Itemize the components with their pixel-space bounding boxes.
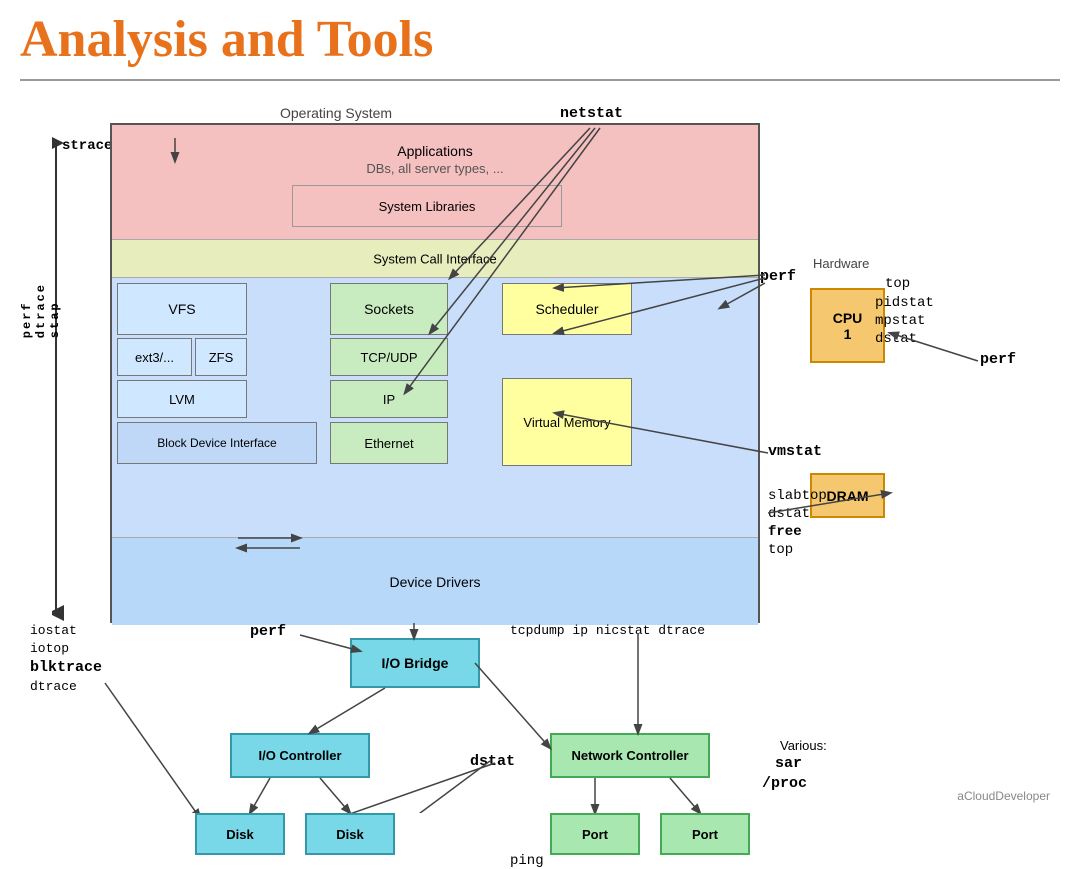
- netstat-label: netstat: [560, 105, 623, 122]
- dstat-mid-label: dstat: [768, 506, 810, 522]
- dstat-lower-label: dstat: [470, 753, 515, 770]
- syscall-label: System Call Interface: [112, 251, 758, 266]
- disk2-box: Disk: [305, 813, 395, 855]
- device-drivers-label: Device Drivers: [112, 574, 758, 590]
- top-label: top: [885, 276, 910, 292]
- dtrace-label: dtrace: [30, 679, 77, 694]
- blktrace-label: blktrace: [30, 659, 102, 676]
- top2-label: top: [768, 542, 793, 558]
- tcp-box: TCP/UDP: [330, 338, 448, 376]
- port1-box: Port: [550, 813, 640, 855]
- perf-right-label: perf: [980, 351, 1016, 368]
- kernel-layer: VFS ext3/... ZFS LVM Block Device Interf…: [112, 278, 758, 538]
- iostat-label: iostat: [30, 623, 77, 638]
- net-controller-box: Network Controller: [550, 733, 710, 778]
- lvm-box: LVM: [117, 380, 247, 418]
- layer-applications: System Libraries Applications DBs, all s…: [112, 125, 758, 240]
- device-drivers-layer: Device Drivers: [112, 538, 758, 625]
- io-controller-box: I/O Controller: [230, 733, 370, 778]
- perf-dtrace-stap-label: perf dtrace stap: [20, 283, 62, 338]
- tcpdump-label: tcpdump ip nicstat dtrace: [510, 623, 705, 638]
- perf-lower-label: perf: [250, 623, 286, 640]
- slabtop-label: slabtop: [768, 488, 827, 504]
- perf-top-label: perf: [760, 268, 796, 285]
- vfs-box: VFS: [117, 283, 247, 335]
- ip-box: IP: [330, 380, 448, 418]
- various-label: Various:: [780, 738, 827, 753]
- proc-label: /proc: [762, 775, 807, 792]
- os-label: Operating System: [280, 105, 392, 121]
- sar-label: sar: [775, 755, 802, 772]
- ext3-box: ext3/...: [117, 338, 192, 376]
- strace-label: strace: [62, 138, 112, 154]
- hardware-label: Hardware: [813, 256, 869, 271]
- ping-label: ping: [510, 853, 544, 869]
- pidstat-label: pidstat: [875, 295, 934, 311]
- syscall-layer: System Call Interface: [112, 240, 758, 278]
- ethernet-box: Ethernet: [330, 422, 448, 464]
- os-box: System Libraries Applications DBs, all s…: [110, 123, 760, 623]
- free-label: free: [768, 524, 802, 540]
- bdi-box: Block Device Interface: [117, 422, 317, 464]
- virtual-memory-box: Virtual Memory: [502, 378, 632, 466]
- page-container: Analysis and Tools strace perf dtrac: [0, 0, 1080, 829]
- iotop-label: iotop: [30, 641, 69, 656]
- app-line2: DBs, all server types, ...: [112, 161, 758, 176]
- app-line1: Applications: [112, 143, 758, 159]
- dstat-top-label: dstat: [875, 331, 917, 347]
- watermark-text: aCloudDeveloper: [957, 789, 1050, 803]
- io-bridge-box: I/O Bridge: [350, 638, 480, 688]
- port2-box: Port: [660, 813, 750, 855]
- vmstat-label: vmstat: [768, 443, 822, 460]
- mpstat-label: mpstat: [875, 313, 925, 329]
- watermark-area: aCloudDeveloper: [957, 789, 1050, 803]
- disk1-box: Disk: [195, 813, 285, 855]
- cpu-box: CPU 1: [810, 288, 885, 363]
- diagram-area: strace perf dtrace stap System Libraries…: [20, 93, 1070, 813]
- system-libraries-box: System Libraries: [292, 185, 562, 227]
- scheduler-box: Scheduler: [502, 283, 632, 335]
- zfs-box: ZFS: [195, 338, 247, 376]
- sockets-box: Sockets: [330, 283, 448, 335]
- divider: [20, 79, 1060, 81]
- page-title: Analysis and Tools: [20, 10, 1060, 69]
